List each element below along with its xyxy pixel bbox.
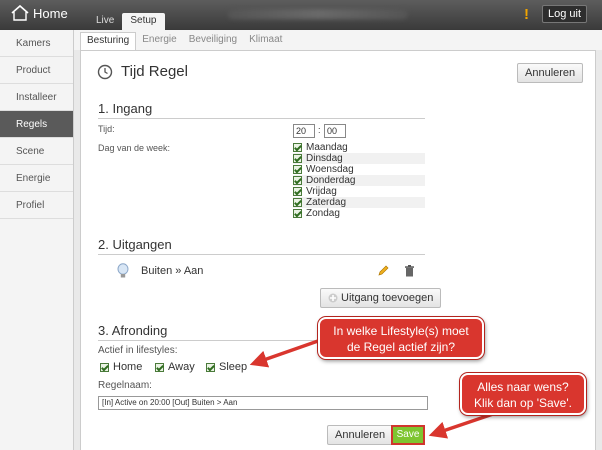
- callout-line: Alles naar wens?: [477, 380, 569, 394]
- callout-line: de Regel actief zijn?: [346, 340, 456, 354]
- callout-lifestyles: In welke Lifestyle(s) moet de Regel acti…: [318, 317, 484, 359]
- callout-line: Klik dan op 'Save'.: [474, 396, 572, 410]
- callout-line: In welke Lifestyle(s) moet: [333, 324, 469, 338]
- arrow-to-lifestyles: [249, 339, 319, 368]
- callout-save: Alles naar wens? Klik dan op 'Save'.: [460, 373, 586, 415]
- arrow-to-save: [428, 411, 497, 439]
